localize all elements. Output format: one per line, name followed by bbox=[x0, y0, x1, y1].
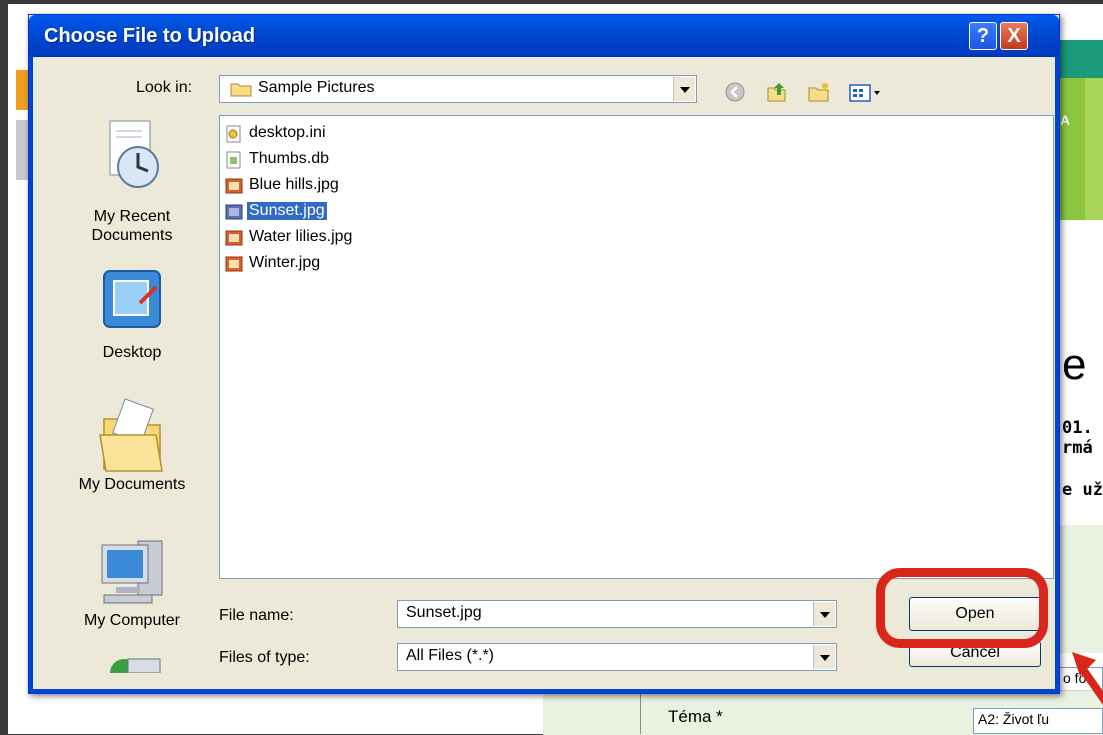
left-edge bbox=[0, 0, 8, 734]
look-in-select[interactable]: Sample Pictures bbox=[219, 75, 697, 103]
image-file-icon bbox=[225, 230, 243, 246]
topic-label: Téma * bbox=[668, 707, 723, 726]
place-label: My Documents bbox=[78, 476, 186, 493]
page-heading-fragment: e bbox=[1062, 340, 1087, 389]
form-row-divider bbox=[640, 690, 641, 734]
file-name: Blue hills.jpg bbox=[249, 176, 339, 193]
file-name-input[interactable]: Sunset.jpg bbox=[397, 600, 837, 628]
settings-file-icon bbox=[226, 125, 241, 143]
dialog-frame-bottom bbox=[29, 689, 1059, 693]
place-my-recent-documents[interactable]: My Recent Documents bbox=[61, 119, 203, 245]
header-nav-band-light bbox=[1085, 78, 1103, 220]
chevron-down-icon[interactable] bbox=[673, 77, 695, 101]
chevron-down-icon[interactable] bbox=[813, 645, 835, 669]
dialog-title-bar[interactable]: Choose File to Upload ? X bbox=[29, 15, 1059, 57]
dialog-frame-left bbox=[29, 57, 33, 693]
folder-icon bbox=[230, 83, 252, 97]
view-menu-icon[interactable] bbox=[847, 80, 883, 104]
place-label: Desktop bbox=[102, 344, 162, 361]
place-my-documents[interactable]: My Documents bbox=[61, 395, 203, 494]
network-icon bbox=[110, 658, 161, 673]
form-panel-fragment bbox=[1058, 525, 1103, 653]
look-in-value: Sample Pictures bbox=[258, 79, 375, 96]
info-line-2: rmá bbox=[1062, 438, 1093, 458]
file-name: Thumbs.db bbox=[249, 150, 330, 167]
dialog-title: Choose File to Upload bbox=[44, 25, 256, 47]
file-name: Sunset.jpg bbox=[247, 202, 327, 220]
file-name: Water lilies.jpg bbox=[249, 228, 353, 245]
close-button[interactable]: X bbox=[1000, 22, 1028, 50]
file-list[interactable]: desktop.ini Thumbs.db Blue hills.jpg Sun… bbox=[219, 115, 1054, 579]
up-folder-icon[interactable] bbox=[765, 80, 789, 104]
look-in-label: Look in: bbox=[136, 79, 193, 96]
place-label: My Recent bbox=[93, 208, 171, 225]
dialog-frame-right bbox=[1055, 57, 1059, 693]
info-line-3: e už bbox=[1062, 480, 1103, 500]
pointer-arrow-icon bbox=[1072, 652, 1103, 705]
topic-select[interactable]: A2: Život ľu bbox=[973, 708, 1103, 734]
file-name-value: Sunset.jpg bbox=[406, 604, 482, 621]
place-desktop[interactable]: Desktop bbox=[61, 267, 203, 362]
image-file-icon bbox=[225, 178, 243, 194]
back-icon[interactable] bbox=[723, 80, 747, 104]
file-name: Winter.jpg bbox=[249, 254, 321, 271]
file-name: desktop.ini bbox=[249, 124, 326, 141]
place-label-line2: Documents bbox=[91, 227, 173, 244]
recent-documents-icon bbox=[109, 120, 159, 188]
my-computer-icon bbox=[101, 540, 163, 604]
place-label: My Computer bbox=[83, 612, 181, 629]
info-line-1: 01. bbox=[1062, 418, 1093, 438]
file-name-label: File name: bbox=[219, 607, 294, 624]
files-of-type-label: Files of type: bbox=[219, 649, 310, 666]
help-button[interactable]: ? bbox=[969, 22, 997, 50]
desktop-icon bbox=[103, 270, 161, 328]
image-file-icon bbox=[225, 256, 243, 272]
image-file-icon bbox=[225, 204, 243, 220]
place-network[interactable] bbox=[61, 649, 203, 673]
my-documents-icon bbox=[99, 398, 163, 472]
database-file-icon bbox=[226, 151, 241, 169]
header-accent bbox=[1058, 40, 1103, 78]
nav-tab-fragment[interactable]: A bbox=[1060, 112, 1070, 128]
place-my-computer[interactable]: My Computer bbox=[61, 531, 203, 630]
chevron-down-icon[interactable] bbox=[813, 602, 835, 626]
open-button-highlight bbox=[876, 568, 1048, 648]
files-of-type-value: All Files (*.*) bbox=[406, 647, 495, 664]
files-of-type-select[interactable]: All Files (*.*) bbox=[397, 643, 837, 671]
new-folder-icon[interactable] bbox=[807, 80, 831, 104]
